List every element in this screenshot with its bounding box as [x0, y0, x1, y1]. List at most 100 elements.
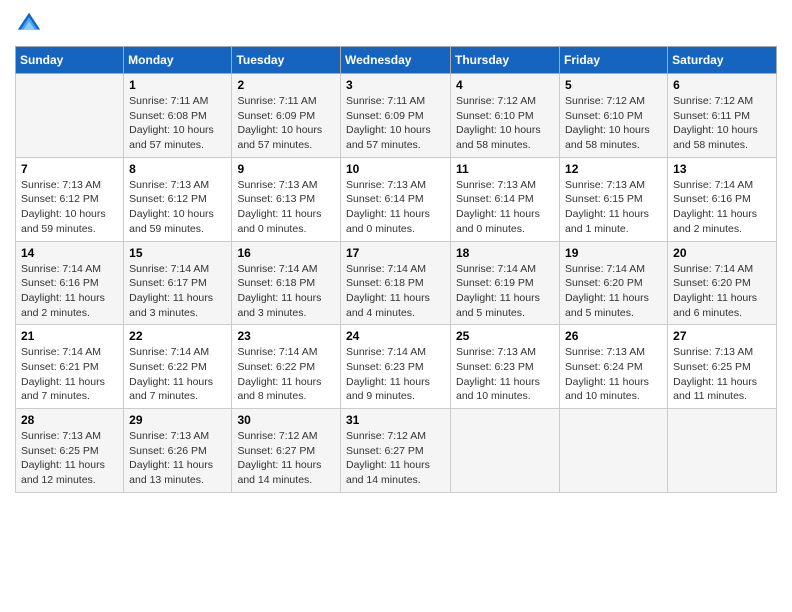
day-number: 17: [346, 246, 445, 260]
day-info: Sunrise: 7:14 AM Sunset: 6:20 PM Dayligh…: [565, 262, 662, 321]
day-number: 24: [346, 329, 445, 343]
day-number: 6: [673, 78, 771, 92]
calendar-cell: 20 Sunrise: 7:14 AM Sunset: 6:20 PM Dayli…: [668, 241, 777, 325]
day-number: 15: [129, 246, 226, 260]
day-number: 11: [456, 162, 554, 176]
day-number: 25: [456, 329, 554, 343]
calendar-cell: 19 Sunrise: 7:14 AM Sunset: 6:20 PM Dayli…: [560, 241, 668, 325]
day-header-wednesday: Wednesday: [341, 47, 451, 74]
day-number: 16: [237, 246, 335, 260]
day-info: Sunrise: 7:14 AM Sunset: 6:20 PM Dayligh…: [673, 262, 771, 321]
day-number: 9: [237, 162, 335, 176]
day-number: 3: [346, 78, 445, 92]
day-number: 28: [21, 413, 118, 427]
day-number: 29: [129, 413, 226, 427]
calendar-cell: [16, 74, 124, 158]
calendar-cell: 26 Sunrise: 7:13 AM Sunset: 6:24 PM Dayli…: [560, 325, 668, 409]
day-info: Sunrise: 7:13 AM Sunset: 6:12 PM Dayligh…: [21, 178, 118, 237]
day-info: Sunrise: 7:12 AM Sunset: 6:10 PM Dayligh…: [565, 94, 662, 153]
day-number: 26: [565, 329, 662, 343]
logo-icon: [15, 10, 43, 38]
day-info: Sunrise: 7:12 AM Sunset: 6:11 PM Dayligh…: [673, 94, 771, 153]
day-info: Sunrise: 7:14 AM Sunset: 6:17 PM Dayligh…: [129, 262, 226, 321]
day-number: 13: [673, 162, 771, 176]
day-number: 7: [21, 162, 118, 176]
calendar-cell: 13 Sunrise: 7:14 AM Sunset: 6:16 PM Dayli…: [668, 157, 777, 241]
day-info: Sunrise: 7:13 AM Sunset: 6:15 PM Dayligh…: [565, 178, 662, 237]
day-info: Sunrise: 7:13 AM Sunset: 6:26 PM Dayligh…: [129, 429, 226, 488]
calendar-cell: 18 Sunrise: 7:14 AM Sunset: 6:19 PM Dayli…: [451, 241, 560, 325]
day-info: Sunrise: 7:13 AM Sunset: 6:14 PM Dayligh…: [346, 178, 445, 237]
calendar-cell: 4Sunrise: 7:12 AM Sunset: 6:10 PM Daylig…: [451, 74, 560, 158]
day-info: Sunrise: 7:13 AM Sunset: 6:25 PM Dayligh…: [673, 345, 771, 404]
calendar-cell: 28 Sunrise: 7:13 AM Sunset: 6:25 PM Dayli…: [16, 409, 124, 493]
day-info: Sunrise: 7:11 AM Sunset: 6:09 PM Dayligh…: [237, 94, 335, 153]
calendar-cell: 15 Sunrise: 7:14 AM Sunset: 6:17 PM Dayli…: [124, 241, 232, 325]
calendar-cell: 2 Sunrise: 7:11 AM Sunset: 6:09 PM Daylig…: [232, 74, 341, 158]
day-header-monday: Monday: [124, 47, 232, 74]
day-info: Sunrise: 7:13 AM Sunset: 6:23 PM Dayligh…: [456, 345, 554, 404]
day-info: Sunrise: 7:12 AM Sunset: 6:10 PM Dayligh…: [456, 94, 554, 153]
day-number: 5: [565, 78, 662, 92]
calendar-cell: 30 Sunrise: 7:12 AM Sunset: 6:27 PM Dayli…: [232, 409, 341, 493]
day-info: Sunrise: 7:14 AM Sunset: 6:23 PM Dayligh…: [346, 345, 445, 404]
day-number: 8: [129, 162, 226, 176]
day-info: Sunrise: 7:13 AM Sunset: 6:14 PM Dayligh…: [456, 178, 554, 237]
calendar-cell: 14 Sunrise: 7:14 AM Sunset: 6:16 PM Dayli…: [16, 241, 124, 325]
calendar-cell: 8 Sunrise: 7:13 AM Sunset: 6:12 PM Daylig…: [124, 157, 232, 241]
day-header-saturday: Saturday: [668, 47, 777, 74]
day-info: Sunrise: 7:12 AM Sunset: 6:27 PM Dayligh…: [237, 429, 335, 488]
calendar-cell: 12Sunrise: 7:13 AM Sunset: 6:15 PM Dayli…: [560, 157, 668, 241]
day-number: 30: [237, 413, 335, 427]
day-info: Sunrise: 7:13 AM Sunset: 6:13 PM Dayligh…: [237, 178, 335, 237]
calendar-cell: [560, 409, 668, 493]
calendar-cell: 1 Sunrise: 7:11 AM Sunset: 6:08 PM Daylig…: [124, 74, 232, 158]
day-number: 2: [237, 78, 335, 92]
day-info: Sunrise: 7:14 AM Sunset: 6:16 PM Dayligh…: [21, 262, 118, 321]
calendar-cell: 25 Sunrise: 7:13 AM Sunset: 6:23 PM Dayli…: [451, 325, 560, 409]
day-info: Sunrise: 7:11 AM Sunset: 6:09 PM Dayligh…: [346, 94, 445, 153]
day-info: Sunrise: 7:14 AM Sunset: 6:22 PM Dayligh…: [129, 345, 226, 404]
day-info: Sunrise: 7:13 AM Sunset: 6:12 PM Dayligh…: [129, 178, 226, 237]
day-number: 31: [346, 413, 445, 427]
day-number: 19: [565, 246, 662, 260]
day-header-sunday: Sunday: [16, 47, 124, 74]
day-info: Sunrise: 7:13 AM Sunset: 6:25 PM Dayligh…: [21, 429, 118, 488]
day-info: Sunrise: 7:13 AM Sunset: 6:24 PM Dayligh…: [565, 345, 662, 404]
calendar-cell: [668, 409, 777, 493]
calendar-cell: 7 Sunrise: 7:13 AM Sunset: 6:12 PM Daylig…: [16, 157, 124, 241]
calendar-cell: 5 Sunrise: 7:12 AM Sunset: 6:10 PM Daylig…: [560, 74, 668, 158]
day-info: Sunrise: 7:14 AM Sunset: 6:16 PM Dayligh…: [673, 178, 771, 237]
day-info: Sunrise: 7:14 AM Sunset: 6:19 PM Dayligh…: [456, 262, 554, 321]
calendar-cell: 9 Sunrise: 7:13 AM Sunset: 6:13 PM Daylig…: [232, 157, 341, 241]
day-number: 18: [456, 246, 554, 260]
day-info: Sunrise: 7:11 AM Sunset: 6:08 PM Dayligh…: [129, 94, 226, 153]
logo: [15, 10, 47, 38]
calendar-cell: 11 Sunrise: 7:13 AM Sunset: 6:14 PM Dayli…: [451, 157, 560, 241]
day-header-friday: Friday: [560, 47, 668, 74]
day-number: 14: [21, 246, 118, 260]
day-info: Sunrise: 7:14 AM Sunset: 6:18 PM Dayligh…: [346, 262, 445, 321]
page-header: [15, 10, 777, 38]
calendar-cell: 29 Sunrise: 7:13 AM Sunset: 6:26 PM Dayli…: [124, 409, 232, 493]
calendar-cell: 16 Sunrise: 7:14 AM Sunset: 6:18 PM Dayli…: [232, 241, 341, 325]
day-info: Sunrise: 7:14 AM Sunset: 6:18 PM Dayligh…: [237, 262, 335, 321]
calendar-cell: 23Sunrise: 7:14 AM Sunset: 6:22 PM Dayli…: [232, 325, 341, 409]
day-number: 10: [346, 162, 445, 176]
day-number: 21: [21, 329, 118, 343]
calendar-cell: 21Sunrise: 7:14 AM Sunset: 6:21 PM Dayli…: [16, 325, 124, 409]
calendar-cell: 22 Sunrise: 7:14 AM Sunset: 6:22 PM Dayli…: [124, 325, 232, 409]
calendar-cell: 10 Sunrise: 7:13 AM Sunset: 6:14 PM Dayli…: [341, 157, 451, 241]
calendar-cell: 27 Sunrise: 7:13 AM Sunset: 6:25 PM Dayli…: [668, 325, 777, 409]
day-info: Sunrise: 7:14 AM Sunset: 6:22 PM Dayligh…: [237, 345, 335, 404]
day-info: Sunrise: 7:12 AM Sunset: 6:27 PM Dayligh…: [346, 429, 445, 488]
day-number: 20: [673, 246, 771, 260]
day-number: 22: [129, 329, 226, 343]
calendar-cell: 17 Sunrise: 7:14 AM Sunset: 6:18 PM Dayli…: [341, 241, 451, 325]
calendar-cell: 24 Sunrise: 7:14 AM Sunset: 6:23 PM Dayli…: [341, 325, 451, 409]
day-header-tuesday: Tuesday: [232, 47, 341, 74]
calendar-cell: 31 Sunrise: 7:12 AM Sunset: 6:27 PM Dayli…: [341, 409, 451, 493]
day-number: 27: [673, 329, 771, 343]
day-number: 1: [129, 78, 226, 92]
calendar-cell: 3 Sunrise: 7:11 AM Sunset: 6:09 PM Daylig…: [341, 74, 451, 158]
